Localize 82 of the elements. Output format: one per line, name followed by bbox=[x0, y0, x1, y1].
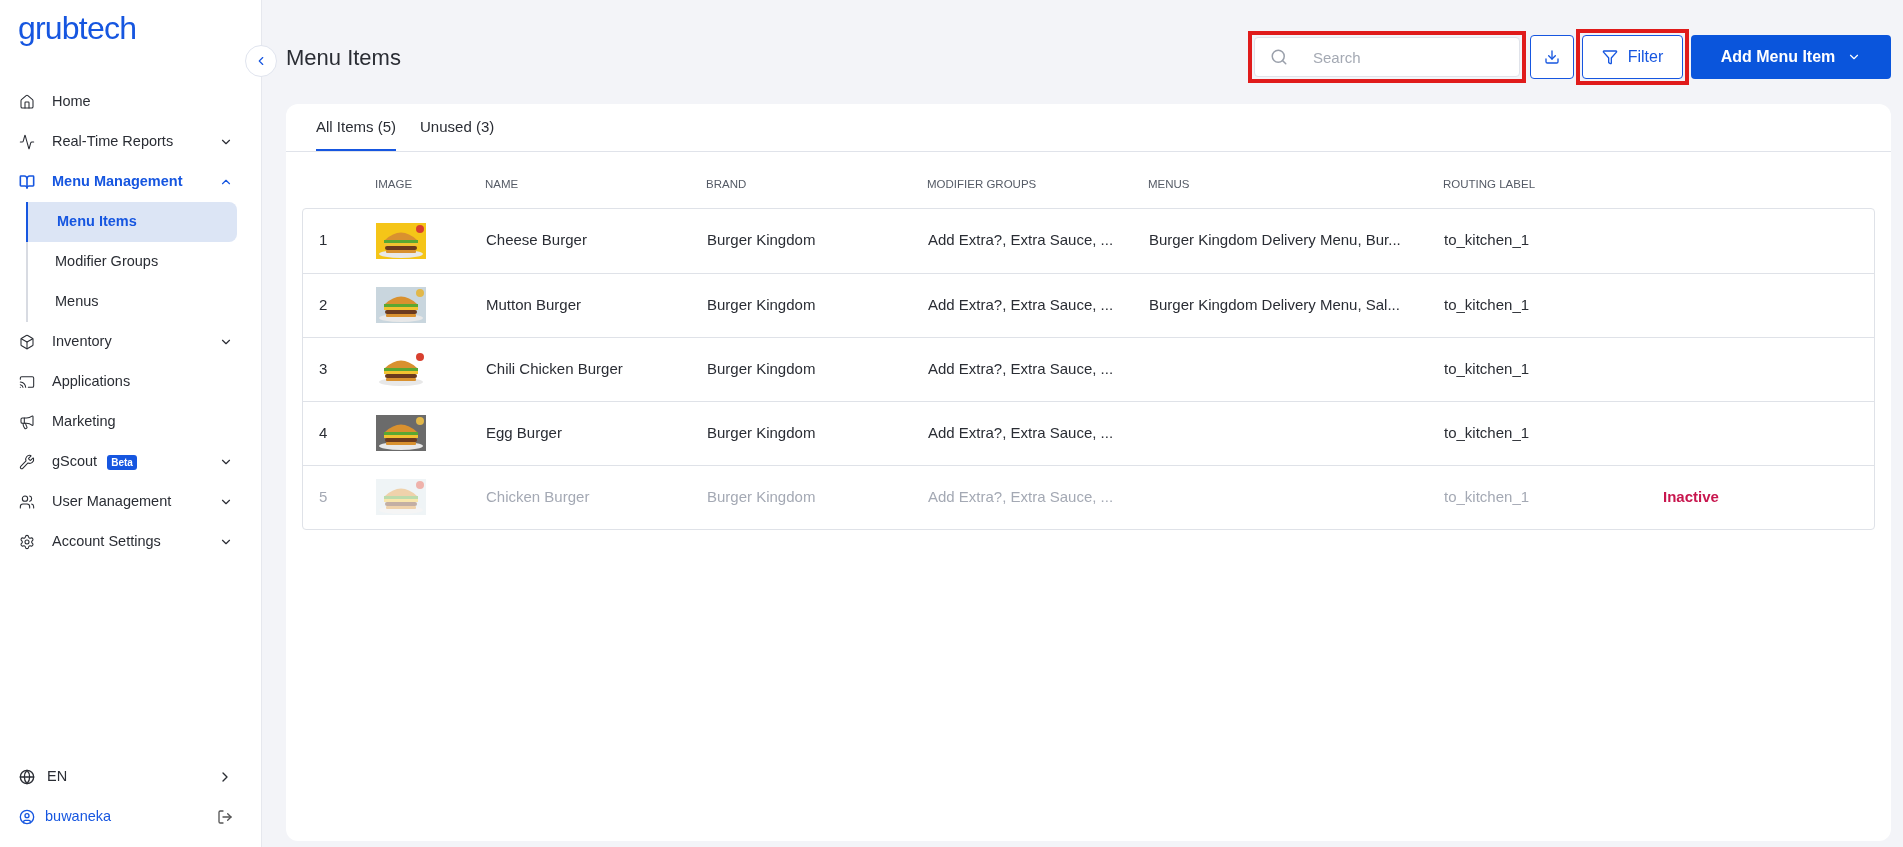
settings-icon bbox=[19, 534, 35, 550]
row-number: 4 bbox=[319, 423, 328, 441]
column-header: BRAND bbox=[706, 177, 747, 190]
nav-label: User Management bbox=[52, 492, 172, 512]
table-cell: Burger Kingdom Delivery Menu, Sal... bbox=[1149, 295, 1400, 313]
nav-item[interactable]: Menu Management bbox=[0, 162, 261, 202]
status-label: Inactive bbox=[1663, 487, 1719, 505]
table-cell: Cheese Burger bbox=[486, 231, 587, 249]
table-cell: Add Extra?, Extra Sauce, ... bbox=[928, 295, 1114, 313]
add-menu-item-button[interactable]: Add Menu Item bbox=[1691, 35, 1891, 79]
megaphone-icon bbox=[19, 414, 35, 430]
column-header: ROUTING LABEL bbox=[1443, 177, 1536, 190]
download-button[interactable] bbox=[1530, 35, 1574, 79]
row-number: 3 bbox=[319, 359, 328, 377]
nav-item[interactable]: Home bbox=[0, 82, 261, 122]
table-cell: Burger Kingdom bbox=[707, 359, 816, 377]
nav-item[interactable]: Inventory bbox=[0, 322, 261, 362]
nav-subitem[interactable]: Menu Items bbox=[26, 202, 237, 242]
nav-label: Home bbox=[52, 92, 91, 112]
table-cell: Add Extra?, Extra Sauce, ... bbox=[928, 231, 1114, 249]
nav-label: Applications bbox=[52, 372, 131, 392]
filter-button[interactable]: Filter bbox=[1582, 35, 1683, 79]
search-field[interactable]: Search bbox=[1254, 37, 1520, 77]
nav-item[interactable]: Real-Time Reports bbox=[0, 122, 261, 162]
download-icon bbox=[1544, 49, 1560, 65]
table-cell: to_kitchen_1 bbox=[1444, 359, 1530, 377]
tab[interactable]: All Items (5) bbox=[316, 116, 396, 151]
globe-icon bbox=[19, 769, 35, 785]
monitor-icon bbox=[19, 374, 35, 390]
row-number: 5 bbox=[319, 487, 328, 505]
logout-icon[interactable] bbox=[217, 809, 233, 825]
table-cell: Egg Burger bbox=[486, 423, 562, 441]
table-cell: Burger Kingdom bbox=[707, 423, 816, 441]
user-name: buwaneka bbox=[45, 807, 112, 827]
filter-icon bbox=[1601, 49, 1618, 65]
nav-label: Real-Time Reports bbox=[52, 132, 174, 152]
nav-item[interactable]: Applications bbox=[0, 362, 261, 402]
cube-icon bbox=[19, 334, 35, 350]
beta-badge: Beta bbox=[107, 454, 137, 470]
nav-item[interactable]: Account Settings bbox=[0, 522, 261, 562]
page-title: Menu Items bbox=[286, 43, 401, 72]
nav-item[interactable]: User Management bbox=[0, 482, 261, 522]
nav-item[interactable]: gScout Beta bbox=[0, 442, 261, 482]
nav-label: Account Settings bbox=[52, 532, 161, 552]
book-icon bbox=[19, 174, 35, 190]
table-cell: to_kitchen_1 bbox=[1444, 295, 1530, 313]
language-label: EN bbox=[47, 767, 68, 787]
table-cell: Chicken Burger bbox=[486, 487, 590, 505]
nav-label: Marketing bbox=[52, 412, 116, 432]
table-cell: Add Extra?, Extra Sauce, ... bbox=[928, 359, 1114, 377]
house-icon bbox=[19, 94, 35, 110]
table-cell: Chili Chicken Burger bbox=[486, 359, 623, 377]
row-number: 1 bbox=[319, 231, 328, 249]
logo: grubtech bbox=[18, 10, 137, 46]
table-cell: to_kitchen_1 bbox=[1444, 423, 1530, 441]
users-icon bbox=[19, 494, 35, 510]
nav-label: Menu Management bbox=[52, 172, 183, 192]
column-header: MODIFIER GROUPS bbox=[927, 177, 1037, 190]
language-item[interactable]: EN bbox=[0, 757, 261, 797]
nav-item[interactable]: Marketing bbox=[0, 402, 261, 442]
table-cell: Add Extra?, Extra Sauce, ... bbox=[928, 423, 1114, 441]
search-icon bbox=[1270, 48, 1288, 66]
table-cell: Burger Kingdom bbox=[707, 231, 816, 249]
table-cell: Mutton Burger bbox=[486, 295, 582, 313]
column-header: IMAGE bbox=[375, 177, 413, 190]
wrench-icon bbox=[19, 454, 35, 470]
table-cell: to_kitchen_1 bbox=[1444, 487, 1530, 505]
table-cell: Burger Kingdom Delivery Menu, Bur... bbox=[1149, 231, 1401, 249]
nav-subitem[interactable]: Menus bbox=[26, 282, 237, 322]
nav-label: Inventory bbox=[52, 332, 112, 352]
row-number: 2 bbox=[319, 295, 328, 313]
tab[interactable]: Unused (3) bbox=[420, 116, 495, 151]
table-cell: Burger Kingdom bbox=[707, 487, 816, 505]
table-cell: Add Extra?, Extra Sauce, ... bbox=[928, 487, 1114, 505]
nav-label: gScout bbox=[52, 452, 98, 472]
column-header: MENUS bbox=[1148, 177, 1190, 190]
column-header: NAME bbox=[485, 177, 519, 190]
table-cell: Burger Kingdom bbox=[707, 295, 816, 313]
pulse-icon bbox=[19, 134, 35, 150]
nav-subitem[interactable]: Modifier Groups bbox=[26, 242, 237, 282]
user-icon bbox=[19, 809, 35, 825]
table-cell: to_kitchen_1 bbox=[1444, 231, 1530, 249]
